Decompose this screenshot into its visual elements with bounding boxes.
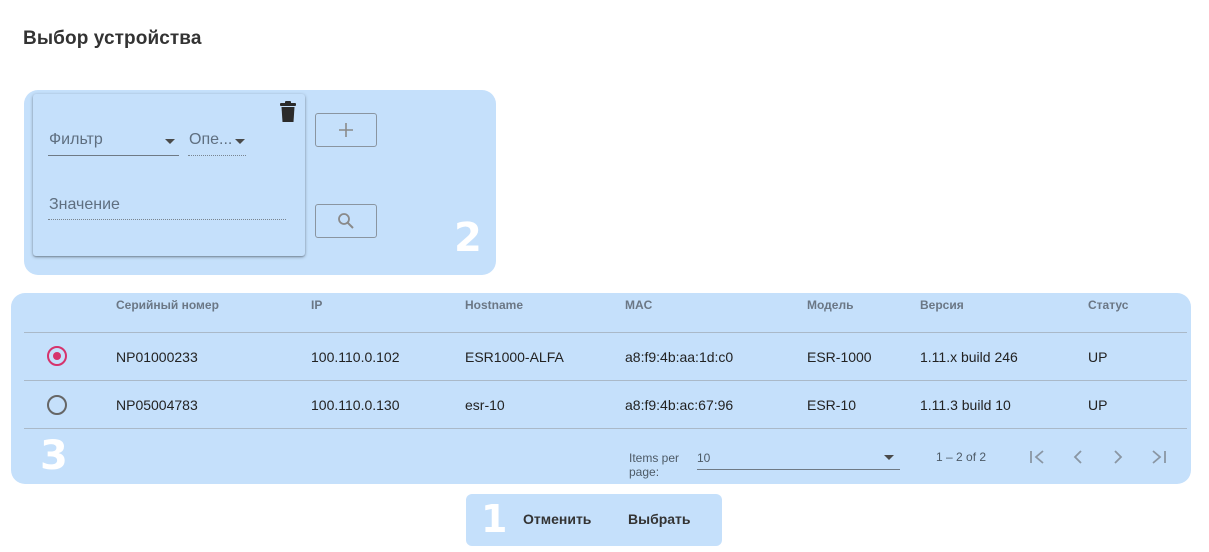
column-header-status[interactable]: Статус: [1088, 298, 1128, 312]
cell-serial: NP01000233: [116, 349, 198, 365]
region-number-badge: 2: [454, 215, 482, 261]
prev-page-icon[interactable]: [1067, 446, 1089, 468]
device-table: [11, 293, 1191, 484]
cell-mac: a8:f9:4b:aa:1d:c0: [625, 349, 734, 365]
filter-card: [33, 94, 305, 256]
chevron-down-icon: [165, 139, 175, 144]
filter-operator-underline: [188, 155, 246, 156]
column-header-model[interactable]: Модель: [807, 298, 853, 312]
next-page-icon[interactable]: [1107, 446, 1129, 468]
cell-serial: NP05004783: [116, 397, 198, 413]
row-divider: [24, 428, 1187, 429]
filter-value-underline: [48, 219, 286, 220]
filter-value-input[interactable]: Значение: [49, 196, 120, 214]
search-button[interactable]: [315, 204, 377, 238]
row-divider: [24, 332, 1187, 333]
first-page-icon[interactable]: [1027, 446, 1049, 468]
region-number-badge: 1: [481, 497, 508, 541]
cell-model: ESR-10: [807, 397, 857, 413]
filter-operator-select[interactable]: Опе...: [189, 131, 232, 149]
items-per-page-label: page:: [629, 465, 660, 479]
select-button[interactable]: Выбрать: [628, 511, 691, 527]
column-header-hostname[interactable]: Hostname: [465, 298, 523, 312]
row-radio-selected[interactable]: [47, 346, 67, 366]
page-size-underline: [697, 469, 900, 470]
cell-mac: a8:f9:4b:ac:67:96: [625, 397, 734, 413]
search-icon: [338, 213, 354, 229]
column-header-version[interactable]: Версия: [920, 298, 964, 312]
chevron-down-icon: [884, 455, 894, 460]
row-divider: [24, 380, 1187, 381]
filter-field-select[interactable]: Фильтр: [49, 131, 103, 149]
dialog-title: Выбор устройства: [23, 28, 202, 49]
cell-status: UP: [1088, 397, 1108, 413]
filter-field-underline: [48, 155, 179, 156]
plus-icon: [339, 123, 353, 137]
items-per-page-label: Items per: [629, 451, 680, 465]
cancel-button[interactable]: Отменить: [523, 511, 591, 527]
cell-model: ESR-1000: [807, 349, 872, 365]
cell-ip: 100.110.0.102: [311, 349, 400, 365]
range-label: 1 – 2 of 2: [936, 450, 987, 464]
cell-hostname: ESR1000-ALFA: [465, 349, 564, 365]
cell-hostname: esr-10: [465, 397, 505, 413]
cell-version: 1.11.x build 246: [920, 349, 1018, 365]
page-size-select[interactable]: 10: [697, 451, 710, 465]
chevron-down-icon: [235, 139, 245, 144]
cell-status: UP: [1088, 349, 1108, 365]
column-header-serial[interactable]: Серийный номер: [116, 298, 219, 312]
column-header-mac[interactable]: MAC: [625, 298, 652, 312]
cell-ip: 100.110.0.130: [311, 397, 400, 413]
cell-version: 1.11.3 build 10: [920, 397, 1011, 413]
row-radio[interactable]: [47, 395, 67, 415]
trash-icon[interactable]: [279, 101, 297, 123]
region-number-badge: 3: [40, 433, 68, 479]
column-header-ip[interactable]: IP: [311, 298, 322, 312]
last-page-icon[interactable]: [1147, 446, 1169, 468]
add-filter-button[interactable]: [315, 113, 377, 147]
